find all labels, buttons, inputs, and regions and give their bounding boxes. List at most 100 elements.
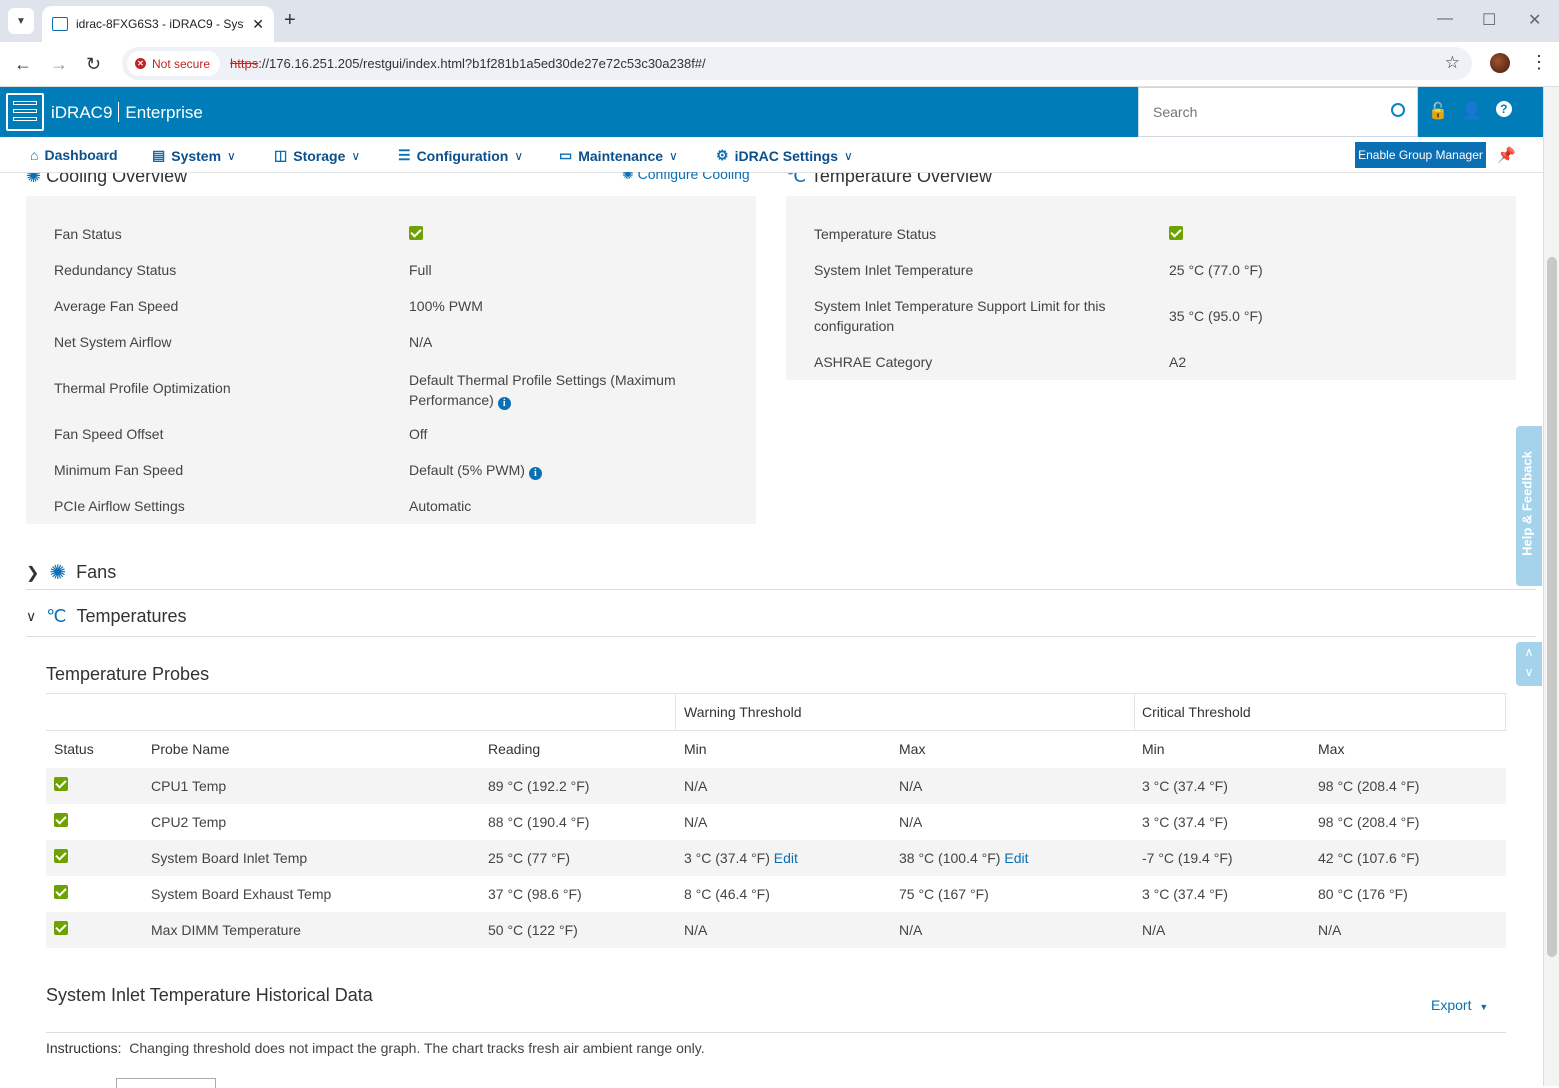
new-tab-icon[interactable]: +: [284, 9, 296, 32]
help-icon[interactable]: ?: [1495, 101, 1512, 117]
col-status[interactable]: Status: [54, 741, 94, 757]
col-critical-min[interactable]: Min: [1142, 741, 1165, 757]
brand-product: iDRAC9: [51, 103, 113, 122]
col-critical-max[interactable]: Max: [1318, 741, 1344, 757]
pcie-airflow-label: PCIe Airflow Settings: [54, 498, 185, 514]
back-arrow-icon[interactable]: ←: [14, 54, 32, 75]
table-row: System Board Inlet Temp 25 °C (77 °F) 3 …: [46, 840, 1506, 876]
min-fan-speed-text: Default (5% PWM): [409, 462, 525, 478]
inlet-limit-label: System Inlet Temperature Support Limit f…: [814, 296, 1106, 336]
enable-group-manager-button[interactable]: Enable Group Manager: [1355, 142, 1486, 168]
omnibox[interactable]: ✕ Not secure https://176.16.251.205/rest…: [122, 47, 1472, 80]
info-icon[interactable]: i: [528, 467, 542, 480]
instructions-text: Changing threshold does not impact the g…: [129, 1040, 705, 1056]
edit-warning-max-link[interactable]: Edit: [1004, 850, 1028, 866]
home-icon: ⌂: [30, 147, 39, 163]
page-scrollbar[interactable]: [1543, 87, 1559, 1086]
user-icon[interactable]: 👤: [1462, 101, 1482, 121]
header-divider: [46, 730, 1506, 731]
col-warning-max[interactable]: Max: [899, 741, 925, 757]
lock-icon[interactable]: 🔓: [1428, 101, 1448, 121]
chevron-down-icon: ∨: [227, 148, 236, 163]
forward-arrow-icon[interactable]: →: [50, 54, 68, 75]
nav-idrac-settings[interactable]: ⚙ iDRAC Settings ∨: [716, 147, 853, 164]
reading: 89 °C (192.2 °F): [488, 778, 590, 794]
maximize-icon[interactable]: ☐: [1482, 10, 1496, 30]
critical-min: 3 °C (37.4 °F): [1142, 814, 1228, 830]
scrollbar-thumb[interactable]: [1547, 257, 1557, 957]
critical-min: -7 °C (19.4 °F): [1142, 850, 1233, 866]
bookmark-star-icon[interactable]: ☆: [1445, 53, 1460, 73]
reload-icon[interactable]: ↻: [86, 54, 101, 75]
status-cell: [54, 813, 68, 830]
temperatures-section-header[interactable]: ∨ ℃ Temperatures: [26, 606, 187, 627]
export-label: Export: [1431, 997, 1472, 1013]
instructions: Instructions: Changing threshold does no…: [46, 1040, 705, 1056]
edit-warning-min-link[interactable]: Edit: [774, 850, 798, 866]
minimize-icon[interactable]: —: [1437, 10, 1453, 28]
fan-status-value: [409, 226, 423, 243]
ok-check-icon: [54, 813, 68, 827]
fans-title: Fans: [76, 562, 117, 582]
idrac-favicon-icon: [52, 17, 68, 31]
fan-status-label: Fan Status: [54, 226, 122, 242]
nav-label: iDRAC Settings: [734, 147, 839, 164]
nav-maintenance[interactable]: ▭ Maintenance ∨: [559, 147, 678, 164]
nav-label: Maintenance: [578, 147, 664, 164]
close-tab-icon[interactable]: ✕: [252, 16, 264, 33]
nav-dashboard[interactable]: ⌂ Dashboard: [30, 147, 118, 163]
table-row: CPU2 Temp 88 °C (190.4 °F) N/A N/A 3 °C …: [46, 804, 1506, 840]
tab-search-button[interactable]: ▼: [8, 8, 34, 34]
url-path: ://176.16.251.205/restgui/index.html?b1f…: [258, 56, 706, 71]
chevron-down-icon: ∨: [26, 608, 37, 624]
warning-icon: ✕: [135, 58, 146, 69]
close-window-icon[interactable]: ✕: [1528, 10, 1541, 30]
browser-tab[interactable]: idrac-8FXG6S3 - iDRAC9 - Syste ✕: [42, 6, 274, 42]
thermal-profile-line2: Performance): [409, 392, 494, 408]
chart-control[interactable]: [116, 1078, 216, 1088]
ok-check-icon: [54, 777, 68, 791]
historical-data-title: System Inlet Temperature Historical Data: [46, 985, 373, 1005]
probe-name: Max DIMM Temperature: [151, 922, 301, 938]
pin-icon[interactable]: 📌: [1497, 146, 1516, 164]
reading: 50 °C (122 °F): [488, 922, 578, 938]
probe-name: System Board Inlet Temp: [151, 850, 308, 866]
chevron-up-icon[interactable]: ∧: [1516, 642, 1542, 662]
brand-title: iDRAC9 Enterprise: [51, 102, 203, 123]
col-warning-min[interactable]: Min: [684, 741, 707, 757]
critical-min: 3 °C (37.4 °F): [1142, 778, 1228, 794]
browser-menu-icon[interactable]: ⋮: [1530, 52, 1548, 73]
profile-avatar[interactable]: [1490, 53, 1510, 73]
tab-title: idrac-8FXG6S3 - iDRAC9 - Syste: [76, 17, 245, 31]
probe-name: CPU1 Temp: [151, 778, 227, 794]
nav-storage[interactable]: ◫ Storage ∨: [274, 147, 360, 164]
scroll-nav-buttons[interactable]: ∧ ∨: [1516, 642, 1542, 686]
thermometer-icon: ℃: [46, 606, 67, 626]
nav-configuration[interactable]: ☰ Configuration ∨: [398, 147, 523, 164]
chevron-down-icon: ∨: [351, 148, 361, 163]
inlet-limit-line2: configuration: [814, 318, 895, 334]
inlet-limit-line1: System Inlet Temperature Support Limit f…: [814, 298, 1106, 314]
col-reading[interactable]: Reading: [488, 741, 540, 757]
export-dropdown[interactable]: Export ▼: [1431, 997, 1488, 1013]
url-scheme: https: [230, 56, 259, 71]
help-feedback-tab[interactable]: Help & Feedback: [1516, 426, 1542, 586]
nav-system[interactable]: ▤ System ∨: [152, 147, 236, 164]
fans-section-header[interactable]: ❯ ✺ Fans: [26, 560, 116, 585]
inlet-limit-value: 35 °C (95.0 °F): [1169, 308, 1263, 324]
critical-max: 98 °C (208.4 °F): [1318, 778, 1420, 794]
reading: 25 °C (77 °F): [488, 850, 570, 866]
info-icon[interactable]: i: [497, 397, 511, 410]
ok-check-icon: [54, 849, 68, 863]
col-probe-name[interactable]: Probe Name: [151, 741, 230, 757]
not-secure-chip[interactable]: ✕ Not secure: [127, 51, 221, 76]
inlet-temp-label: System Inlet Temperature: [814, 262, 974, 278]
header-icons: 🔓 👤 ?: [1428, 101, 1512, 121]
chevron-down-icon[interactable]: ∨: [1516, 662, 1542, 682]
search-input[interactable]: [1139, 88, 1369, 136]
temperature-overview-panel: Temperature Status System Inlet Temperat…: [786, 196, 1516, 380]
divider: [26, 589, 1536, 590]
search-icon[interactable]: [1391, 103, 1405, 117]
url-text[interactable]: https://176.16.251.205/restgui/index.htm…: [230, 56, 706, 71]
min-fan-speed-label: Minimum Fan Speed: [54, 462, 184, 478]
